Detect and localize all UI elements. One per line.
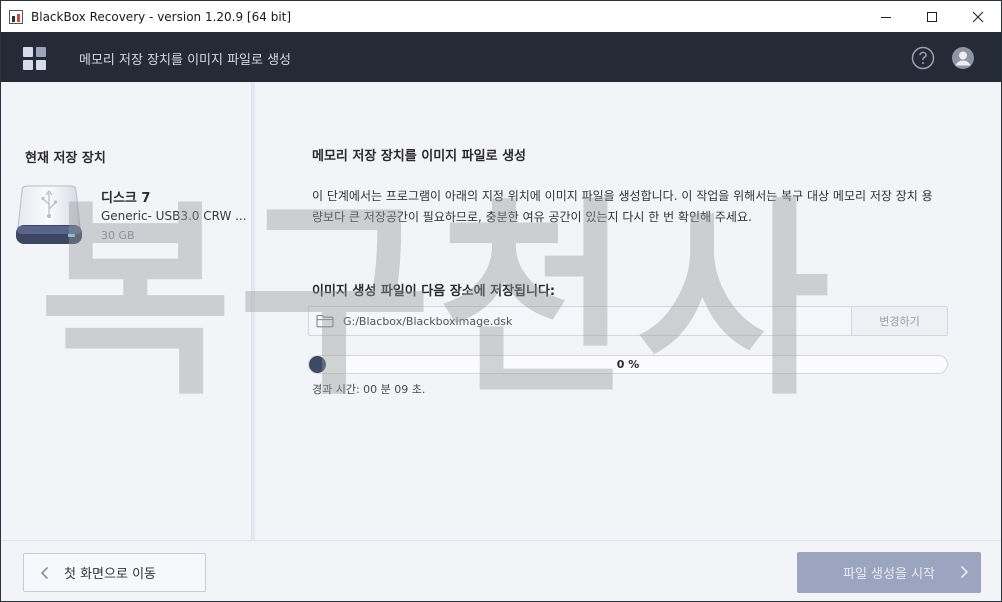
window-controls [863, 1, 1001, 32]
disk-size: 30 GB [101, 229, 135, 242]
maximize-icon [927, 11, 937, 22]
footer-bar: 첫 화면으로 이동 파일 생성을 시작 [1, 540, 1001, 601]
usb-drive-icon [16, 185, 82, 244]
save-path-field[interactable]: G:/Blacbox/Blackboximage.dsk 변경하기 [308, 306, 948, 336]
disk-name: 디스크 7 [101, 191, 151, 206]
close-button[interactable] [955, 1, 1001, 32]
back-to-home-button[interactable]: 첫 화면으로 이동 [23, 553, 206, 592]
grid-logo-icon[interactable] [23, 47, 47, 71]
step-description: 이 단계에서는 프로그램이 아래의 지정 위치에 이미지 파일을 생성합니다. … [312, 189, 933, 224]
save-location-heading: 이미지 생성 파일이 다음 장소에 저장됩니다: [312, 284, 556, 299]
change-path-button[interactable]: 변경하기 [851, 307, 947, 335]
minimize-button[interactable] [863, 1, 909, 32]
progress-label: 0 % [616, 358, 640, 371]
folder-icon [316, 314, 334, 328]
app-window: BlackBox Recovery - version 1.20.9 [64 b… [0, 0, 1002, 602]
close-icon [972, 11, 984, 22]
start-button-label: 파일 생성을 시작 [843, 567, 935, 582]
help-icon[interactable] [911, 46, 935, 70]
back-button-label: 첫 화면으로 이동 [64, 567, 156, 582]
save-path-text: G:/Blacbox/Blackboximage.dsk [343, 314, 513, 328]
chevron-right-icon [960, 565, 969, 579]
app-icon [9, 9, 23, 24]
sidebar-heading: 현재 저장 장치 [25, 151, 106, 166]
window-title: BlackBox Recovery - version 1.20.9 [64 b… [31, 9, 292, 24]
progress-bar: 0 % [308, 355, 948, 374]
maximize-button[interactable] [909, 1, 955, 32]
app-header: 메모리 저장 장치를 이미지 파일로 생성 [1, 32, 1001, 82]
user-account-icon[interactable] [951, 46, 975, 70]
header-title: 메모리 저장 장치를 이미지 파일로 생성 [79, 53, 292, 68]
elapsed-time: 경과 시간: 00 분 09 초. [312, 383, 426, 396]
minimize-icon [881, 16, 891, 18]
title-bar: BlackBox Recovery - version 1.20.9 [64 b… [1, 1, 1001, 32]
page-title: 메모리 저장 장치를 이미지 파일로 생성 [312, 149, 526, 164]
main-content: 메모리 저장 장치를 이미지 파일로 생성 이 단계에서는 프로그램이 아래의 … [255, 82, 1001, 540]
disk-model: Generic- USB3.0 CRW ... [101, 209, 247, 223]
chevron-left-icon [40, 566, 49, 579]
device-sidebar: 현재 저장 장치 디스크 7 Generic- USB3.0 CRW ... 3… [1, 82, 251, 540]
start-create-image-button[interactable]: 파일 생성을 시작 [797, 552, 981, 593]
